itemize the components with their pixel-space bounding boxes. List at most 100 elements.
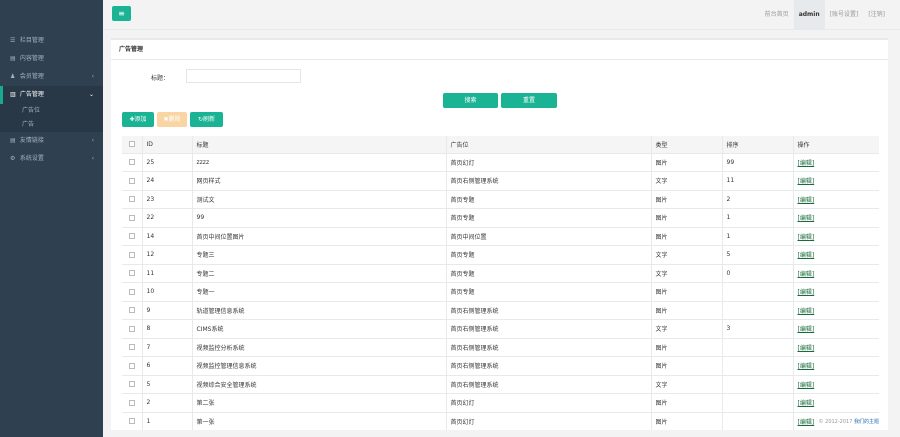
admin-username[interactable]: admin <box>793 0 825 30</box>
cell-id: 6 <box>141 356 192 376</box>
row-select-cell[interactable] <box>122 227 142 246</box>
edit-link[interactable]: [编辑] <box>798 271 815 278</box>
user-icon: ♟ <box>10 73 16 80</box>
cell-sort <box>721 282 793 302</box>
edit-link[interactable]: [编辑] <box>798 160 815 167</box>
edit-link[interactable]: [编辑] <box>798 215 815 222</box>
edit-link[interactable]: [编辑] <box>798 197 815 204</box>
row-checkbox[interactable] <box>128 214 135 221</box>
select-all-header[interactable] <box>122 136 142 154</box>
sidebar-item-content[interactable]: ▤ 内容管理 <box>0 50 103 68</box>
select-all-checkbox[interactable] <box>128 141 135 148</box>
row-select-cell[interactable] <box>122 375 142 394</box>
add-button[interactable]: ✚添加 <box>122 112 154 127</box>
row-select-cell[interactable] <box>122 282 142 302</box>
cell-position: 首页右侧管理系统 <box>445 319 651 339</box>
sidebar-item-label: 友情链接 <box>19 137 44 144</box>
search-title-label: 标题： <box>151 75 170 82</box>
sidebar-item-links[interactable]: ▤ 友情链接 ‹ <box>0 132 103 150</box>
cell-action: [编辑] <box>792 190 879 209</box>
logout-link[interactable]: [注销] <box>863 0 890 30</box>
sidebar-subitem-ad[interactable]: 广告 <box>0 118 103 132</box>
row-select-cell[interactable] <box>122 208 142 228</box>
row-select-cell[interactable] <box>122 245 142 265</box>
row-checkbox[interactable] <box>128 159 135 166</box>
edit-link[interactable]: [编辑] <box>798 382 815 389</box>
cell-type: 图片 <box>650 190 722 209</box>
row-checkbox[interactable] <box>128 418 135 425</box>
row-select-cell[interactable] <box>122 153 142 172</box>
column-header-position[interactable]: 广告位 <box>445 136 651 154</box>
edit-link[interactable]: [编辑] <box>798 178 815 185</box>
search-button[interactable]: 搜索 <box>443 93 498 108</box>
panel-title: 广告管理 <box>111 40 888 60</box>
row-checkbox[interactable] <box>128 288 135 295</box>
row-checkbox[interactable] <box>128 399 135 406</box>
cell-position: 首页幻灯 <box>445 412 651 430</box>
row-select-cell[interactable] <box>122 190 142 209</box>
sidebar-subitem-ad-position[interactable]: 广告位 <box>0 104 103 118</box>
row-select-cell[interactable] <box>122 356 142 376</box>
edit-link[interactable]: [编辑] <box>798 419 815 426</box>
row-select-cell[interactable] <box>122 338 142 357</box>
row-checkbox[interactable] <box>128 270 135 277</box>
table-header-row: ID 标题 广告位 类型 排序 操作 <box>122 136 879 154</box>
cell-position: 首页专题 <box>445 208 651 228</box>
row-checkbox[interactable] <box>128 233 135 240</box>
cell-sort: 11 <box>721 171 793 191</box>
refresh-button[interactable]: ↻刷新 <box>190 112 223 127</box>
row-checkbox[interactable] <box>128 196 135 203</box>
sidebar-item-members[interactable]: ♟ 会员管理 ‹ <box>0 68 103 86</box>
footer-link[interactable]: 我们的主题 <box>854 419 879 425</box>
cell-sort: 99 <box>721 153 793 172</box>
row-select-cell[interactable] <box>122 412 142 430</box>
reset-button[interactable]: 重置 <box>501 93 557 108</box>
cell-type: 图片 <box>650 282 722 302</box>
column-header-sort[interactable]: 排序 <box>721 136 793 154</box>
cell-action: [编辑] <box>792 338 879 357</box>
edit-link[interactable]: [编辑] <box>798 326 815 333</box>
sidebar-item-ads[interactable]: ▥ 广告管理 ⌄ <box>0 86 103 104</box>
row-select-cell[interactable] <box>122 301 142 320</box>
cell-title: 视频综合安全管理系统 <box>191 375 446 394</box>
cell-id: 14 <box>141 227 192 246</box>
cell-action: [编辑] <box>792 319 879 339</box>
row-checkbox[interactable] <box>128 325 135 332</box>
edit-link[interactable]: [编辑] <box>798 345 815 352</box>
cell-id: 2 <box>141 393 192 413</box>
cell-sort: 2 <box>721 190 793 209</box>
column-header-id[interactable]: ID <box>141 136 192 154</box>
menu-toggle-button[interactable]: ≡ <box>112 6 131 21</box>
row-select-cell[interactable] <box>122 319 142 339</box>
cell-sort: 3 <box>721 319 793 339</box>
cell-title: 视频监控管理信息系统 <box>191 356 446 376</box>
chevron-left-icon: ‹ <box>91 155 94 162</box>
row-select-cell[interactable] <box>122 393 142 413</box>
sidebar-item-column[interactable]: ☰ 栏目管理 <box>0 32 103 50</box>
column-header-title[interactable]: 标题 <box>191 136 446 154</box>
account-settings-link[interactable]: [账号设置] <box>825 0 864 30</box>
edit-link[interactable]: [编辑] <box>798 234 815 241</box>
chevron-down-icon: ⌄ <box>88 91 94 98</box>
row-checkbox[interactable] <box>128 307 135 314</box>
row-checkbox[interactable] <box>128 344 135 351</box>
row-select-cell[interactable] <box>122 264 142 283</box>
front-page-link[interactable]: 前台首页 <box>760 0 794 30</box>
edit-link[interactable]: [编辑] <box>798 400 815 407</box>
cell-type: 文字 <box>650 319 722 339</box>
edit-link[interactable]: [编辑] <box>798 289 815 296</box>
sidebar-item-settings[interactable]: ⚙ 系统设置 ‹ <box>0 150 103 168</box>
cell-id: 7 <box>141 338 192 357</box>
edit-link[interactable]: [编辑] <box>798 252 815 259</box>
row-checkbox[interactable] <box>128 381 135 388</box>
row-checkbox[interactable] <box>128 177 135 184</box>
delete-button[interactable]: ✖删除 <box>157 112 187 127</box>
edit-link[interactable]: [编辑] <box>798 363 815 370</box>
edit-link[interactable]: [编辑] <box>798 308 815 315</box>
row-checkbox[interactable] <box>128 362 135 369</box>
search-title-input[interactable] <box>186 69 301 83</box>
column-header-type[interactable]: 类型 <box>650 136 722 154</box>
cell-type: 图片 <box>650 208 722 228</box>
row-checkbox[interactable] <box>128 251 135 258</box>
row-select-cell[interactable] <box>122 171 142 191</box>
